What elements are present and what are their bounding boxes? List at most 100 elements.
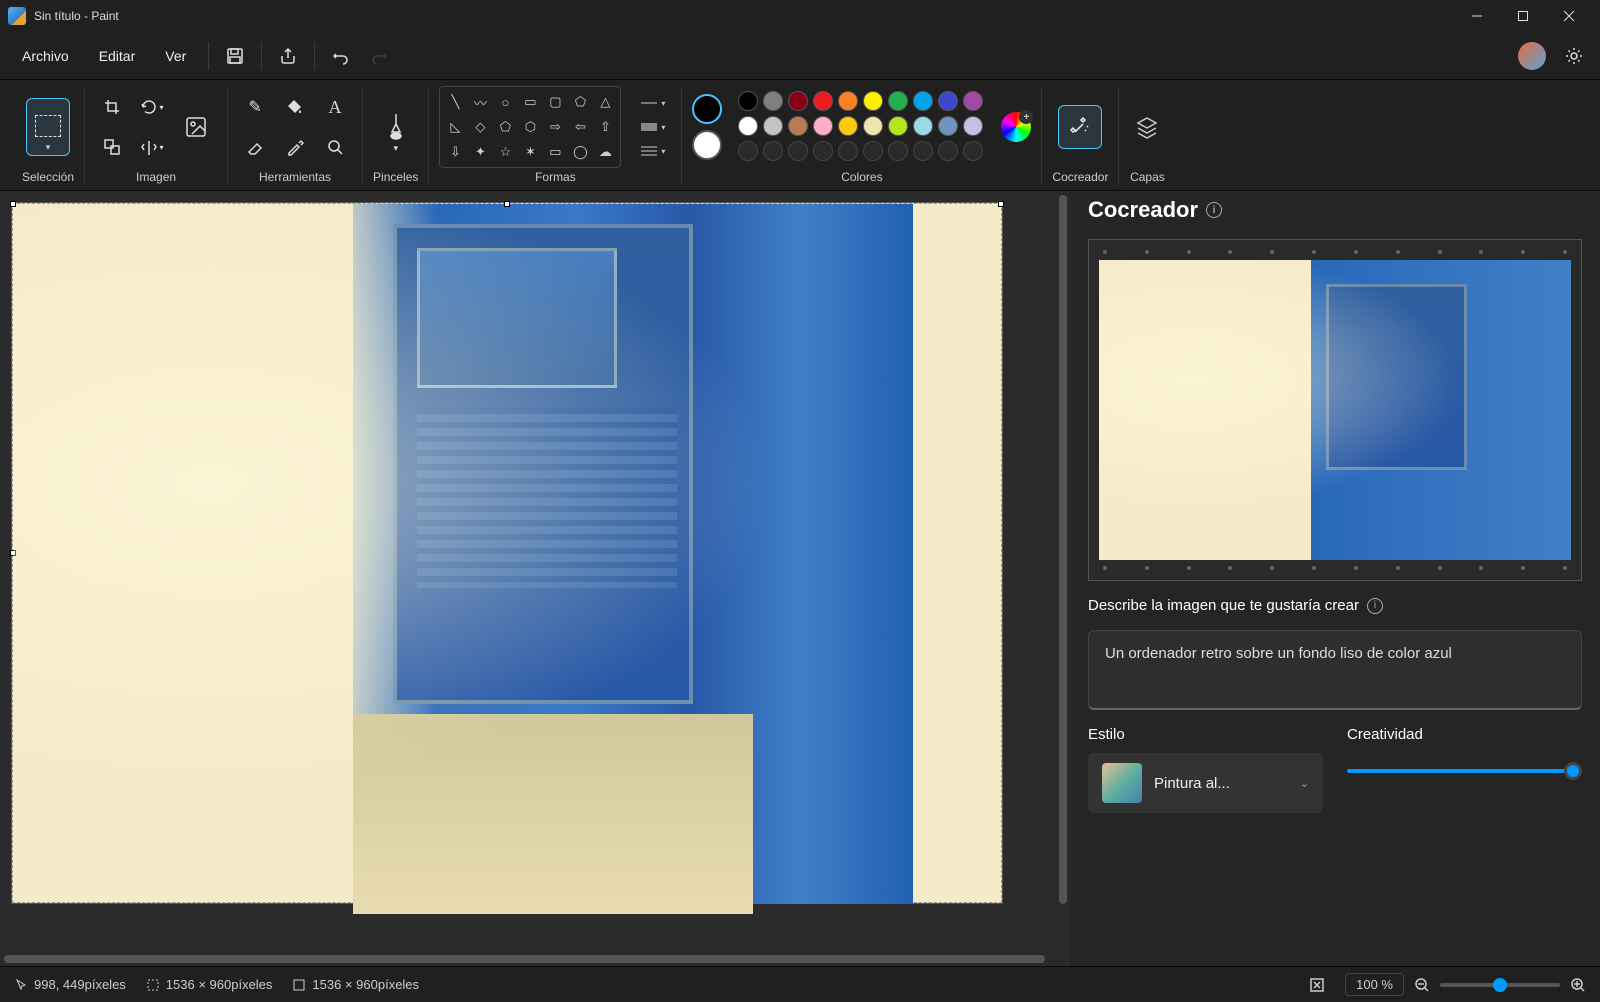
zoom-value: 100 % — [1345, 973, 1404, 996]
status-bar: 998, 449píxeles 1536 × 960píxeles 1536 ×… — [0, 966, 1600, 1002]
remove-background-icon[interactable] — [175, 106, 217, 148]
undo-icon[interactable] — [323, 38, 359, 74]
menu-view[interactable]: Ver — [151, 40, 200, 72]
zoom-out-button[interactable] — [1414, 977, 1430, 993]
color-swatch[interactable] — [813, 91, 833, 111]
ribbon-group-shapes: ╲ 〰 ○ ▭ ▢ ⬠ △ ◺ ◇ ⬠ ⬡ ⇨ ⇦ ⇧ ⇩ ✦ ☆ ✶ ▭ ◯ — [429, 88, 682, 186]
zoom-in-button[interactable] — [1570, 977, 1586, 993]
zoom-slider[interactable] — [1440, 983, 1560, 987]
ribbon-label-layers: Capas — [1130, 166, 1165, 186]
color-swatch-empty[interactable] — [863, 141, 883, 161]
edit-colors-button[interactable] — [1001, 112, 1031, 142]
user-avatar[interactable] — [1518, 42, 1546, 70]
flip-icon[interactable]: ▾ — [135, 130, 169, 164]
info-icon[interactable]: i — [1206, 202, 1222, 218]
color-swatch[interactable] — [788, 91, 808, 111]
menu-edit[interactable]: Editar — [85, 40, 150, 72]
canvas[interactable] — [12, 203, 1002, 903]
rotate-icon[interactable]: ▾ — [135, 90, 169, 124]
ribbon-group-colors: Colores — [682, 88, 1042, 186]
shape-outline-button[interactable]: ▾ — [635, 93, 671, 113]
color-swatch-empty[interactable] — [913, 141, 933, 161]
info-icon[interactable]: i — [1367, 598, 1383, 614]
color-swatch-empty[interactable] — [813, 141, 833, 161]
cocreator-title: Cocreador i — [1088, 197, 1582, 223]
vertical-scrollbar[interactable] — [1056, 191, 1070, 938]
color-swatch[interactable] — [838, 91, 858, 111]
close-button[interactable] — [1546, 0, 1592, 32]
color-swatch[interactable] — [938, 116, 958, 136]
cocreator-button[interactable] — [1058, 105, 1102, 149]
shape-line: ╲ — [444, 91, 466, 113]
brush-tool[interactable]: ▾ — [379, 98, 413, 156]
style-dropdown[interactable]: Pintura al... ⌄ — [1088, 753, 1323, 813]
layers-button[interactable] — [1129, 109, 1165, 145]
ribbon-label-selection: Selección — [22, 166, 74, 186]
color-swatch[interactable] — [738, 91, 758, 111]
resize-icon[interactable] — [95, 130, 129, 164]
style-value: Pintura al... — [1154, 775, 1288, 792]
shape-weight-button[interactable]: ▾ — [635, 141, 671, 161]
menu-bar: Archivo Editar Ver — [0, 32, 1600, 80]
crop-icon[interactable] — [95, 90, 129, 124]
selection-tool[interactable]: ▾ — [26, 98, 70, 156]
shape-arrow-right: ⇨ — [544, 116, 566, 138]
color-swatch[interactable] — [963, 116, 983, 136]
ribbon-label-colors: Colores — [841, 166, 882, 186]
magnifier-icon[interactable] — [318, 130, 352, 164]
color-swatch[interactable] — [888, 116, 908, 136]
cocreator-preview[interactable] — [1088, 239, 1582, 581]
color-swatch-empty[interactable] — [963, 141, 983, 161]
color-swatch-empty[interactable] — [738, 141, 758, 161]
color-swatch[interactable] — [813, 116, 833, 136]
fit-to-window-button[interactable] — [1309, 977, 1325, 993]
shape-fill-button[interactable]: ▾ — [635, 117, 671, 137]
minimize-button[interactable] — [1454, 0, 1500, 32]
pencil-icon[interactable]: ✎ — [238, 90, 272, 124]
eraser-icon[interactable] — [238, 130, 272, 164]
color-swatch-empty[interactable] — [938, 141, 958, 161]
title-bar: Sin título - Paint — [0, 0, 1600, 32]
color-swatch[interactable] — [888, 91, 908, 111]
shape-oval: ○ — [494, 91, 516, 113]
text-icon[interactable]: A — [318, 90, 352, 124]
chevron-down-icon: ⌄ — [1300, 777, 1309, 790]
color-swatch-empty[interactable] — [838, 141, 858, 161]
share-icon[interactable] — [270, 38, 306, 74]
color-swatch[interactable] — [913, 116, 933, 136]
color-swatch[interactable] — [738, 116, 758, 136]
creativity-slider[interactable] — [1347, 759, 1582, 783]
color-swatch[interactable] — [863, 116, 883, 136]
prompt-input[interactable]: Un ordenador retro sobre un fondo liso d… — [1088, 630, 1582, 710]
color-swatch[interactable] — [788, 116, 808, 136]
color-swatch[interactable] — [863, 91, 883, 111]
fill-icon[interactable] — [278, 90, 312, 124]
settings-icon[interactable] — [1556, 38, 1592, 74]
shape-star5: ☆ — [494, 141, 516, 163]
horizontal-scrollbar[interactable] — [0, 952, 1070, 966]
color-swatch-empty[interactable] — [763, 141, 783, 161]
menu-file[interactable]: Archivo — [8, 40, 83, 72]
maximize-button[interactable] — [1500, 0, 1546, 32]
color-swatch[interactable] — [913, 91, 933, 111]
status-canvas: 1536 × 960píxeles — [292, 977, 419, 992]
save-icon[interactable] — [217, 38, 253, 74]
ribbon: ▾ Selección ▾ ▾ Imagen ✎ — [0, 80, 1600, 191]
color-swatch[interactable] — [763, 116, 783, 136]
color-swatch[interactable] — [938, 91, 958, 111]
color-1[interactable] — [692, 94, 722, 124]
cocreator-panel: Cocreador i Describe la imagen que te gu… — [1070, 191, 1600, 966]
eyedropper-icon[interactable] — [278, 130, 312, 164]
ribbon-group-selection: ▾ Selección — [12, 88, 85, 186]
color-swatch[interactable] — [763, 91, 783, 111]
color-2[interactable] — [692, 130, 722, 160]
color-swatch-empty[interactable] — [788, 141, 808, 161]
color-swatch[interactable] — [838, 116, 858, 136]
shape-diamond: ◇ — [469, 116, 491, 138]
shapes-grid[interactable]: ╲ 〰 ○ ▭ ▢ ⬠ △ ◺ ◇ ⬠ ⬡ ⇨ ⇦ ⇧ ⇩ ✦ ☆ ✶ ▭ ◯ — [439, 86, 621, 168]
shape-curve: 〰 — [469, 91, 491, 113]
color-swatch[interactable] — [963, 91, 983, 111]
prompt-label: Describe la imagen que te gustaría crear… — [1088, 597, 1582, 614]
color-swatch-empty[interactable] — [888, 141, 908, 161]
ribbon-label-cocreator: Cocreador — [1052, 166, 1108, 186]
